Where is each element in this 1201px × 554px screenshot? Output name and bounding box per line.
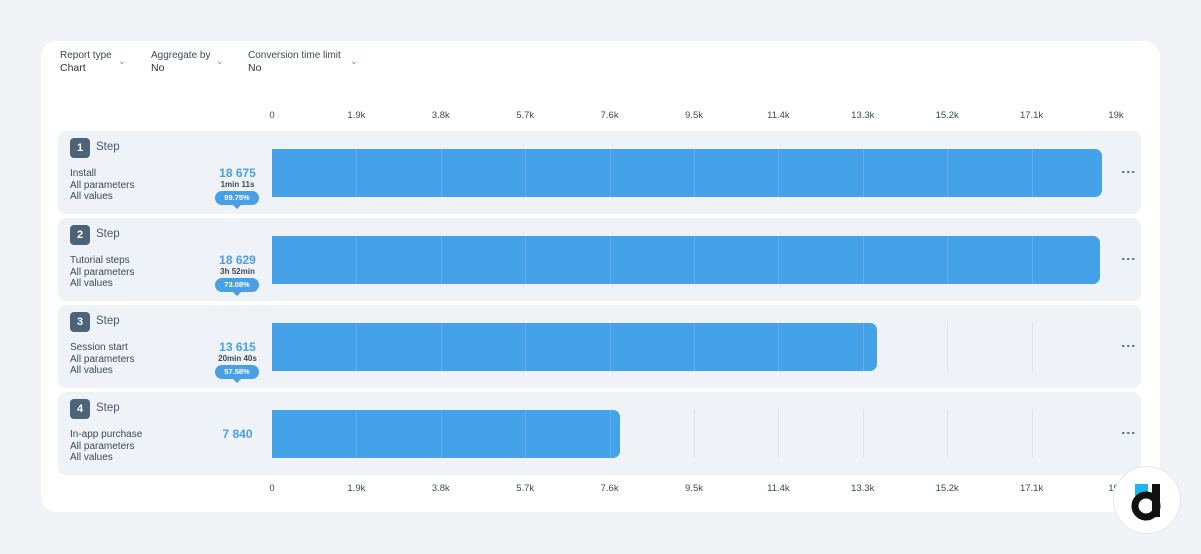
event-name: Install bbox=[70, 168, 97, 179]
step-count: 18 675 bbox=[219, 166, 256, 180]
tick-label: 11.4k bbox=[767, 483, 790, 494]
event-values: All values bbox=[70, 191, 113, 202]
devtodev-logo bbox=[1113, 466, 1181, 534]
event-params: All parameters bbox=[70, 353, 135, 365]
tick-label: 13.3k bbox=[851, 110, 875, 121]
tick-label: 9.5k bbox=[685, 483, 703, 494]
funnel-step-row: 4 Step In-app purchase All parameters Al… bbox=[58, 392, 1141, 475]
funnel-bar[interactable] bbox=[272, 149, 1102, 197]
gridline bbox=[947, 323, 949, 371]
tick-label: 7.6k bbox=[600, 483, 619, 494]
filter-label: Aggregate by bbox=[151, 50, 211, 61]
step-label: Step bbox=[96, 228, 120, 240]
step-description: Install All parameters All values bbox=[70, 168, 134, 203]
conversion-time-limit-select[interactable]: Conversion time limit No ⌄ bbox=[248, 50, 358, 74]
tick-label: 15.2k bbox=[935, 483, 959, 494]
logo-d-icon bbox=[1131, 484, 1161, 521]
filter-label: Report type bbox=[60, 50, 112, 61]
bar-track bbox=[272, 323, 1116, 371]
conversion-badge: 57.58% bbox=[215, 365, 259, 383]
gridline bbox=[1031, 323, 1033, 371]
step-time: 20min 40s bbox=[218, 354, 257, 363]
step-description: Session start All parameters All values bbox=[70, 342, 134, 377]
funnel-bar[interactable] bbox=[272, 236, 1100, 284]
step-time: 1min 11s bbox=[220, 180, 255, 189]
x-axis-bottom: 0 1.9k 3.8k 5.7k 7.6k 9.5k 11.4k 13.3k 15.2k 17.1… bbox=[0, 483, 1201, 497]
step-number-badge: 3 bbox=[70, 312, 90, 332]
tick-label: 1.9k bbox=[347, 110, 366, 121]
chevron-down-icon: ⌄ bbox=[216, 56, 224, 66]
aggregate-by-select[interactable]: Aggregate by No ⌄ bbox=[151, 50, 224, 74]
funnel-step-row: 1 Step Install All parameters All values… bbox=[58, 131, 1141, 214]
tick-label: 17.1k bbox=[1019, 110, 1044, 121]
tick-label: 17.1k bbox=[1019, 483, 1044, 494]
event-params: All parameters bbox=[70, 440, 135, 452]
step-number-badge: 2 bbox=[70, 225, 90, 245]
more-options-icon[interactable]: ⋮ bbox=[1121, 339, 1137, 353]
x-axis-top: 0 1.9k 3.8k 5.7k 7.6k 9.5k 11.4k 13.3k 15.2k 17.1… bbox=[0, 110, 1201, 124]
bar-track bbox=[272, 236, 1116, 284]
gridline bbox=[862, 410, 864, 458]
report-type-select[interactable]: Report type Chart ⌄ bbox=[60, 50, 126, 74]
event-name: Session start bbox=[70, 342, 128, 353]
event-name: In-app purchase bbox=[70, 429, 143, 440]
event-values: All values bbox=[70, 365, 113, 376]
more-options-icon[interactable]: ⋮ bbox=[1121, 165, 1137, 179]
conversion-badge: 73.08% bbox=[215, 278, 259, 296]
step-count: 13 615 bbox=[219, 340, 256, 354]
step-label: Step bbox=[96, 141, 120, 153]
bar-track bbox=[272, 149, 1116, 197]
funnel-step-row: 2 Step Tutorial steps All parameters All… bbox=[58, 218, 1141, 301]
step-number-badge: 4 bbox=[70, 399, 90, 419]
more-options-icon[interactable]: ⋮ bbox=[1121, 252, 1137, 266]
step-time: 3h 52min bbox=[220, 267, 255, 276]
tick-label: 7.6k bbox=[600, 110, 619, 121]
step-count: 7 840 bbox=[222, 427, 253, 441]
gridline bbox=[694, 410, 695, 458]
tick-label: 3.8k bbox=[431, 483, 450, 494]
gridline bbox=[778, 410, 780, 458]
event-values: All values bbox=[70, 278, 113, 289]
conversion-badge: 99.75% bbox=[215, 191, 259, 209]
tick-label: 5.7k bbox=[516, 110, 535, 121]
tick-label: 19k bbox=[1108, 110, 1124, 121]
event-params: All parameters bbox=[70, 179, 135, 191]
tick-label: 9.5k bbox=[685, 110, 703, 121]
filter-value: No bbox=[151, 62, 165, 74]
step-count: 18 629 bbox=[219, 253, 256, 267]
chevron-down-icon: ⌄ bbox=[350, 56, 358, 66]
event-values: All values bbox=[70, 452, 113, 463]
tick-label: 11.4k bbox=[767, 110, 790, 121]
gridline bbox=[947, 410, 949, 458]
tick-label: 1.9k bbox=[347, 483, 366, 494]
tick-label: 3.8k bbox=[431, 110, 450, 121]
tick-label: 5.7k bbox=[516, 483, 535, 494]
funnel-step-row: 3 Step Session start All parameters All … bbox=[58, 305, 1141, 388]
tick-label: 13.3k bbox=[851, 483, 875, 494]
event-name: Tutorial steps bbox=[70, 255, 130, 266]
filter-label: Conversion time limit bbox=[248, 50, 341, 61]
funnel-bar[interactable] bbox=[272, 323, 877, 371]
step-label: Step bbox=[96, 402, 120, 414]
chevron-down-icon: ⌄ bbox=[118, 56, 126, 66]
event-params: All parameters bbox=[70, 266, 135, 278]
tick-label: 0 bbox=[269, 110, 275, 121]
step-label: Step bbox=[96, 315, 120, 327]
funnel-bar[interactable] bbox=[272, 410, 621, 458]
more-options-icon[interactable]: ⋮ bbox=[1121, 426, 1137, 440]
tick-label: 15.2k bbox=[935, 110, 959, 121]
tick-label: 0 bbox=[269, 483, 275, 494]
step-number-badge: 1 bbox=[70, 138, 90, 158]
bar-track bbox=[272, 410, 1116, 458]
filter-value: No bbox=[248, 62, 262, 74]
step-description: Tutorial steps All parameters All values bbox=[70, 255, 134, 290]
step-description: In-app purchase All parameters All value… bbox=[70, 429, 142, 464]
gridline bbox=[1031, 410, 1033, 458]
filter-value: Chart bbox=[60, 62, 86, 74]
